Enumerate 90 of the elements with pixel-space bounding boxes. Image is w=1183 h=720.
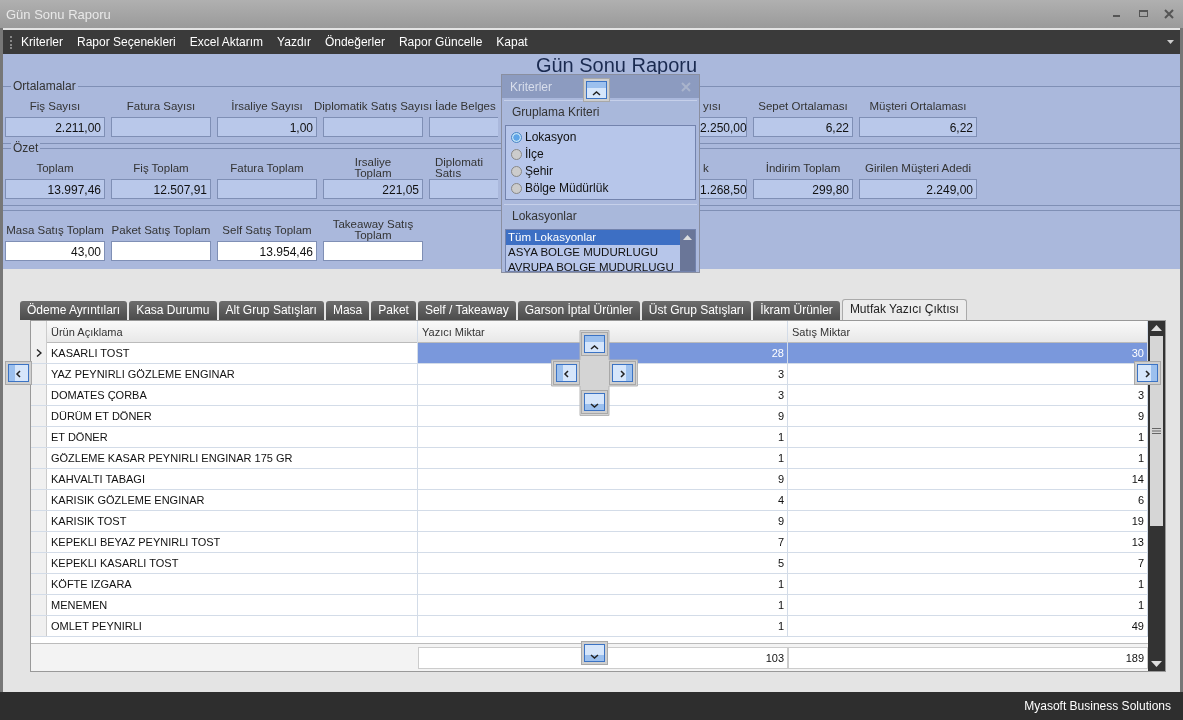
tab[interactable]: Üst Grup Satışları	[641, 301, 752, 320]
table-cell: 9	[418, 511, 788, 531]
field-label: Fiş Sayısı	[29, 98, 81, 114]
input-field[interactable]: 43,00	[5, 241, 105, 261]
table-cell: KARISIK GÖZLEME ENGINAR	[47, 490, 418, 510]
radio-label: Lokasyon	[525, 130, 577, 145]
table-cell: DÜRÜM ET DÖNER	[47, 406, 418, 426]
table-cell: KARISIK TOST	[47, 511, 418, 531]
table-cell: 1	[418, 616, 788, 636]
tab[interactable]: Paket	[371, 301, 416, 320]
table-cell: KEPEKLI KASARLI TOST	[47, 553, 418, 573]
field-label: Takeaway Satış Toplam	[332, 219, 414, 241]
menu-item[interactable]: Kriterler	[21, 35, 63, 49]
tab[interactable]: Kasa Durumu	[129, 301, 217, 320]
table-cell: OMLET PEYNIRLI	[47, 616, 418, 636]
tab[interactable]: Ödeme Ayrıntıları	[20, 301, 128, 320]
list-item[interactable]: AVRUPA BOLGE MUDURLUGU	[506, 260, 680, 271]
table-cell: 1	[418, 427, 788, 447]
report-title: Gün Sonu Raporu	[534, 54, 699, 78]
input-field[interactable]: 2.211,00	[5, 117, 105, 137]
field-label: Irsaliye Toplam	[354, 157, 392, 179]
table-cell: 1	[418, 574, 788, 594]
group-title: Özet	[11, 141, 41, 155]
input-field[interactable]: 2.250,00	[697, 117, 747, 137]
column-header[interactable]: Ürün Açıklama	[47, 321, 418, 343]
field-label: Paket Satış Toplam	[111, 222, 211, 238]
field-label: İndirim Toplam	[765, 160, 841, 176]
table-cell: 30	[788, 343, 1148, 363]
field-label: İrsaliye Sayısı	[231, 98, 303, 114]
tab[interactable]: Garson İptal Ürünler	[517, 301, 640, 320]
input-field[interactable]: 1,00	[217, 117, 317, 137]
field-label: Fatura Sayısı	[126, 98, 196, 114]
menu-item[interactable]: Öndeğerler	[324, 35, 385, 49]
input-field[interactable]: 221,05	[323, 179, 423, 199]
field-label: yısı	[702, 98, 721, 114]
table-cell: 5	[418, 553, 788, 573]
table-cell: MENEMEN	[47, 595, 418, 615]
tab[interactable]: Masa	[325, 301, 370, 320]
input-field[interactable]: 13.954,46	[217, 241, 317, 261]
window-title: Gün Sonu Raporu	[6, 6, 111, 22]
field-label: k	[702, 160, 709, 176]
status-text: Myasoft Business Solutions	[1024, 699, 1171, 713]
table-cell: 9	[418, 469, 788, 489]
field-label: Self Satış Toplam	[222, 222, 312, 238]
field-label: Fatura Toplam	[230, 160, 304, 176]
table-cell: 1	[418, 595, 788, 615]
field-label: Fiş Toplam	[133, 160, 189, 176]
tab[interactable]: Mutfak Yazıcı Çıktısı	[841, 299, 967, 320]
table-cell: KEPEKLI BEYAZ PEYNIRLI TOST	[47, 532, 418, 552]
field-label: İade Belges	[434, 98, 496, 114]
field-label: Diplomatik Satış Sayısı	[313, 98, 433, 114]
field-label: Masa Satış Toplam	[6, 222, 104, 238]
input-field[interactable]: 2.249,00	[859, 179, 977, 199]
radio-label: İlçe	[525, 147, 544, 162]
input-field[interactable]: 13.997,46	[5, 179, 105, 199]
total-cell: 189	[788, 647, 1148, 669]
input-field[interactable]: 12.507,91	[111, 179, 211, 199]
tab[interactable]: Self / Takeaway	[417, 301, 516, 320]
table-cell: KÖFTE IZGARA	[47, 574, 418, 594]
field-label: Girilen Müşteri Adedi	[864, 160, 972, 176]
menu-item[interactable]: Rapor Güncelle	[398, 35, 483, 49]
group-title: Ortalamalar	[11, 79, 78, 93]
table-cell: DOMATES ÇORBA	[47, 385, 418, 405]
radio-label: Şehir	[525, 164, 553, 179]
table-cell: 4	[418, 490, 788, 510]
total-cell: 103	[418, 647, 788, 669]
field-label: Müşteri Ortalaması	[869, 98, 967, 114]
field-label: Diplomati Satıs	[434, 157, 483, 179]
menu-item[interactable]: Excel Aktarım	[189, 35, 264, 49]
field-label: Toplam	[36, 160, 74, 176]
input-field[interactable]: 6,22	[859, 117, 977, 137]
input-field[interactable]: 6,22	[753, 117, 853, 137]
list-item[interactable]: ASYA BOLGE MUDURLUGU	[506, 245, 680, 261]
list-item[interactable]: Tüm Lokasyonlar	[506, 230, 680, 246]
table-cell: YAZ PEYNIRLI GÖZLEME ENGINAR	[47, 364, 418, 384]
menu-item[interactable]: Rapor Seçenekleri	[77, 35, 176, 49]
menu-item[interactable]: Kapat	[496, 35, 528, 49]
tab[interactable]: İkram Ürünler	[753, 301, 840, 320]
table-cell: 7	[418, 532, 788, 552]
radio-label: Bölge Müdürlük	[525, 181, 609, 196]
menu-item[interactable]: Yazdır	[277, 35, 311, 49]
table-cell: 1	[418, 448, 788, 468]
table-cell: ET DÖNER	[47, 427, 418, 447]
input-field[interactable]: 299,80	[753, 179, 853, 199]
table-cell: GÖZLEME KASAR PEYNIRLI ENGINAR 175 GR	[47, 448, 418, 468]
dialog-title: Kriterler	[510, 79, 552, 94]
tab[interactable]: Alt Grup Satışları	[218, 301, 324, 320]
input-field[interactable]: 1.268,50	[697, 179, 747, 199]
table-cell: KAHVALTI TABAGI	[47, 469, 418, 489]
field-label: Sepet Ortalaması	[758, 98, 848, 114]
